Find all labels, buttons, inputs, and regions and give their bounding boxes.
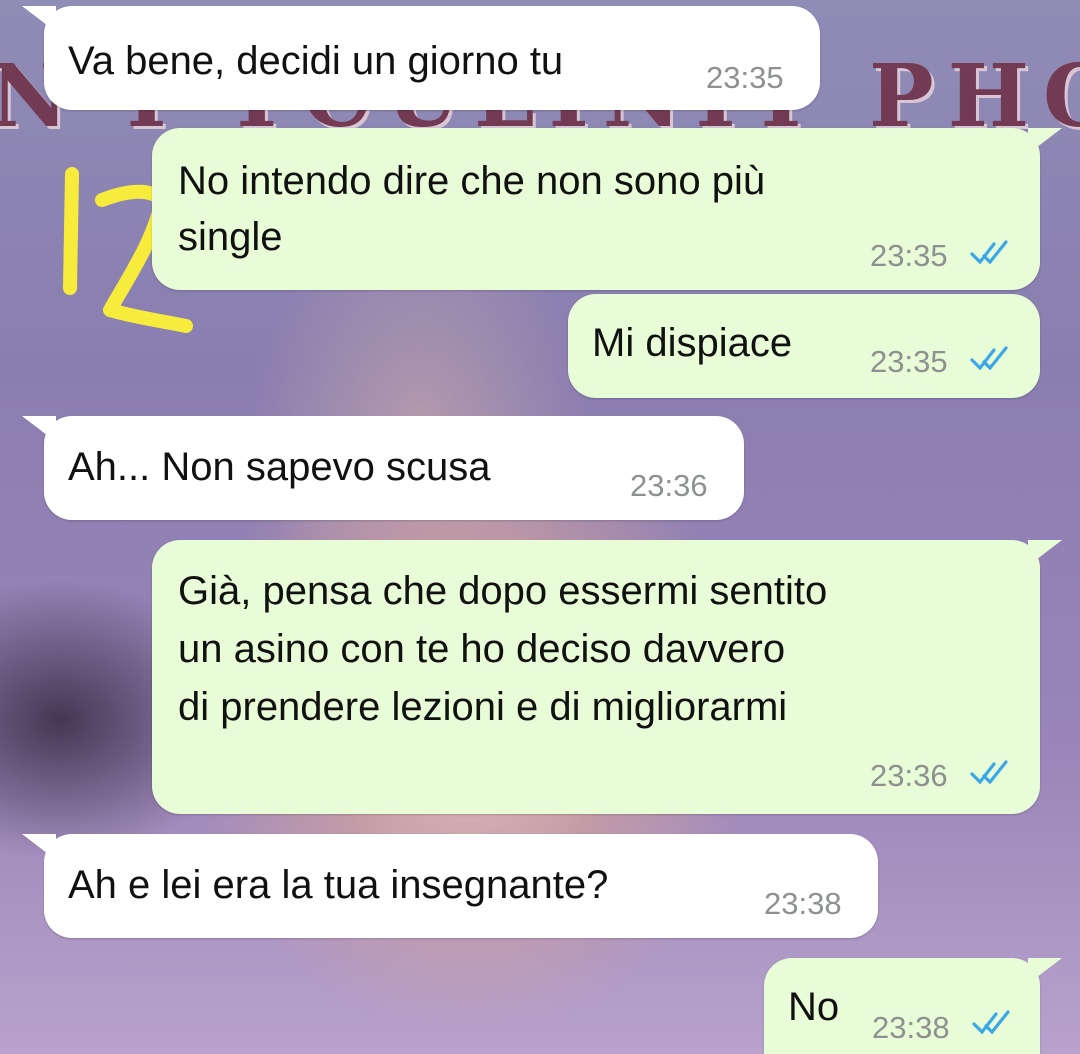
read-double-check-icon [970, 760, 1008, 785]
message-text-line: un asino con te ho deciso davvero [178, 627, 786, 671]
message-timestamp: 23:35 [870, 344, 948, 379]
message-timestamp: 23:36 [870, 758, 948, 793]
message-bubble-outgoing[interactable]: Mi dispiace 23:35 [568, 294, 1040, 398]
message-bubble-incoming[interactable]: Ah... Non sapevo scusa 23:36 [22, 416, 744, 520]
read-double-check-icon [970, 346, 1008, 371]
message-bubble-incoming[interactable]: Va bene, decidi un giorno tu 23:35 [22, 6, 820, 110]
read-double-check-icon [972, 1010, 1010, 1035]
message-timestamp: 23:35 [706, 60, 784, 95]
message-timestamp: 23:38 [764, 886, 842, 921]
message-text-line: Già, pensa che dopo essermi sentito [178, 569, 828, 613]
message-text-line: single [178, 215, 283, 259]
message-bubble-incoming[interactable]: Ah e lei era la tua insegnante? 23:38 [22, 834, 878, 938]
read-double-check-icon [970, 240, 1008, 265]
message-text: Ah e lei era la tua insegnante? [68, 863, 609, 907]
message-text-line: di prendere lezioni e di migliorarmi [178, 685, 788, 729]
message-timestamp: 23:36 [630, 468, 708, 503]
message-timestamp: 23:38 [872, 1010, 950, 1045]
message-bubble-outgoing[interactable]: No 23:38 [764, 958, 1062, 1054]
message-bubble-outgoing[interactable]: No intendo dire che non sono più single … [152, 128, 1062, 290]
message-text-line: No intendo dire che non sono più [178, 159, 766, 203]
message-text: Va bene, decidi un giorno tu [68, 39, 564, 83]
message-text: Mi dispiace [592, 321, 793, 365]
message-bubble-outgoing[interactable]: Già, pensa che dopo essermi sentito un a… [152, 540, 1062, 814]
message-text: No [788, 985, 840, 1029]
message-text: Ah... Non sapevo scusa [68, 445, 491, 489]
message-timestamp: 23:35 [870, 238, 948, 273]
